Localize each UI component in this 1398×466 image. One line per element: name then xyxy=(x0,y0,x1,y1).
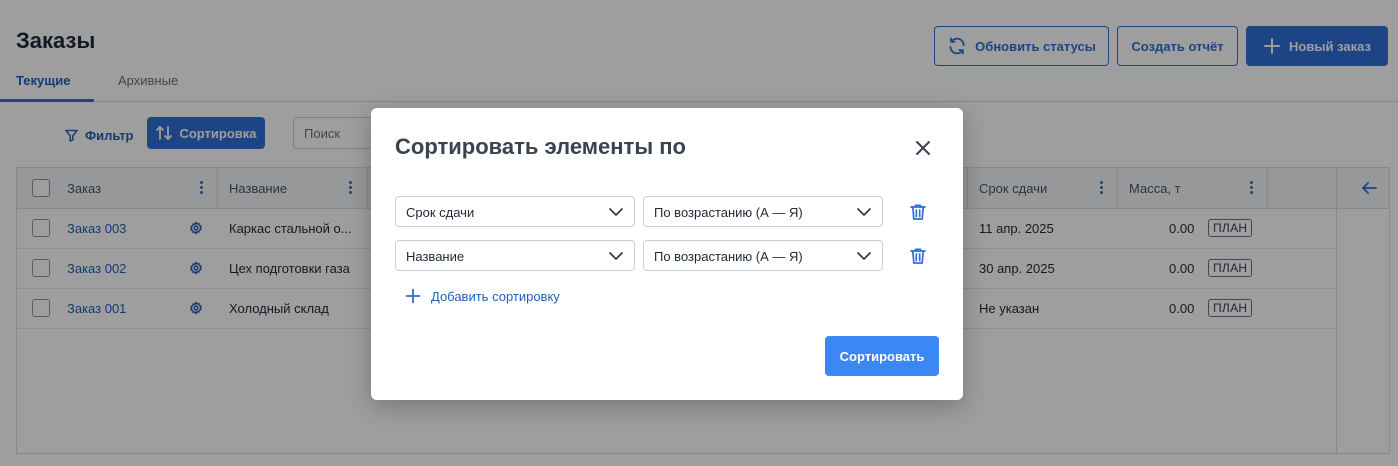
trash-icon[interactable] xyxy=(909,247,927,265)
close-icon[interactable] xyxy=(914,139,932,157)
chevron-down-icon xyxy=(609,252,623,260)
chevron-down-icon xyxy=(857,252,871,260)
chevron-down-icon xyxy=(857,208,871,216)
plus-icon xyxy=(405,288,421,304)
sort-dialog: Сортировать элементы по Срок сдачи По во… xyxy=(371,108,963,400)
sort-direction-select[interactable]: По возрастанию (А — Я) xyxy=(643,240,883,271)
add-sort-label: Добавить сортировку xyxy=(431,288,560,304)
sort-field-select[interactable]: Срок сдачи xyxy=(395,196,635,227)
sort-field-value: Название xyxy=(406,249,465,264)
trash-icon[interactable] xyxy=(909,203,927,221)
sort-field-select[interactable]: Название xyxy=(395,240,635,271)
dialog-title: Сортировать элементы по xyxy=(395,134,686,159)
sort-direction-select[interactable]: По возрастанию (А — Я) xyxy=(643,196,883,227)
sort-direction-value: По возрастанию (А — Я) xyxy=(654,249,803,264)
add-sort-button[interactable]: Добавить сортировку xyxy=(405,287,560,305)
sort-direction-value: По возрастанию (А — Я) xyxy=(654,205,803,220)
apply-sort-button[interactable]: Сортировать xyxy=(825,336,939,376)
chevron-down-icon xyxy=(609,208,623,216)
sort-field-value: Срок сдачи xyxy=(406,205,475,220)
